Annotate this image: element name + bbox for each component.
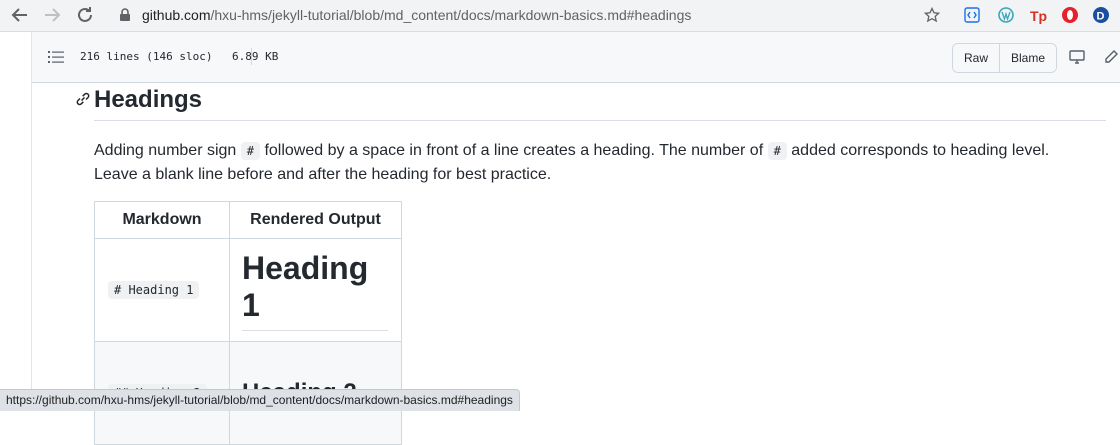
inline-code-hash-2: # xyxy=(767,142,787,160)
paragraph-text-1: Adding number sign xyxy=(94,142,237,159)
section-heading: Headings xyxy=(94,86,1106,121)
extension-wordpress-icon[interactable] xyxy=(997,6,1015,24)
address-bar[interactable]: github.com/hxu-hms/jekyll-tutorial/blob/… xyxy=(110,2,956,28)
reload-icon[interactable] xyxy=(73,3,97,27)
extension-opera-icon[interactable] xyxy=(1061,6,1079,24)
table-cell-output: Heading 1 xyxy=(229,238,402,342)
bookmark-star-icon[interactable] xyxy=(924,7,940,23)
paragraph-text-3: added corresponds to heading level. xyxy=(791,142,1050,159)
back-arrow-icon[interactable] xyxy=(8,3,32,27)
extension-code-icon[interactable] xyxy=(963,6,981,24)
extension-tp-icon[interactable]: Tp xyxy=(1029,6,1047,24)
table-header-output: Rendered Output xyxy=(229,201,402,239)
inline-code-hash-1: # xyxy=(240,142,260,160)
heading-headings: Headings xyxy=(94,86,203,113)
link-status-bar: https://github.com/hxu-hms/jekyll-tutori… xyxy=(0,389,520,411)
file-action-buttons: Raw Blame xyxy=(952,43,1058,73)
file-header: 216 lines (146 sloc) 6.89 KB Raw Blame xyxy=(32,32,1120,83)
paragraph-text-4: Leave a blank line before and after the … xyxy=(94,166,552,183)
svg-text:D: D xyxy=(1097,11,1105,23)
table-row: # Heading 1 Heading 1 xyxy=(94,238,402,342)
paragraph-text-2: followed by a space in front of a line c… xyxy=(264,142,764,159)
markdown-code: # Heading 1 xyxy=(108,281,200,299)
url-host: github.com xyxy=(142,7,211,23)
url-text: github.com/hxu-hms/jekyll-tutorial/blob/… xyxy=(142,7,691,23)
outline-list-icon[interactable] xyxy=(48,50,64,64)
file-line-count: 216 lines (146 sloc) xyxy=(80,50,213,63)
table-header-row: Markdown Rendered Output xyxy=(94,201,402,239)
url-path: /hxu-hms/jekyll-tutorial/blob/md_content… xyxy=(210,7,692,23)
raw-button[interactable]: Raw xyxy=(953,44,1000,72)
svg-text:Tp: Tp xyxy=(1030,8,1047,24)
pencil-edit-icon[interactable] xyxy=(1103,49,1119,65)
rendered-heading-1: Heading 1 xyxy=(242,250,388,331)
table-header-markdown: Markdown xyxy=(94,201,230,239)
file-size: 6.89 KB xyxy=(232,50,279,63)
left-gutter xyxy=(0,32,32,410)
lock-icon[interactable] xyxy=(118,8,132,22)
heading-anchor-link-icon[interactable] xyxy=(74,90,92,108)
desktop-icon[interactable] xyxy=(1069,49,1085,65)
table-cell-markdown: # Heading 1 xyxy=(94,238,230,342)
forward-arrow-icon[interactable] xyxy=(40,3,64,27)
paragraph: Adding number sign # followed by a space… xyxy=(94,139,1084,187)
blame-button[interactable]: Blame xyxy=(999,44,1057,72)
extension-disconnect-icon[interactable]: D xyxy=(1092,6,1110,24)
browser-toolbar: github.com/hxu-hms/jekyll-tutorial/blob/… xyxy=(0,0,1120,32)
